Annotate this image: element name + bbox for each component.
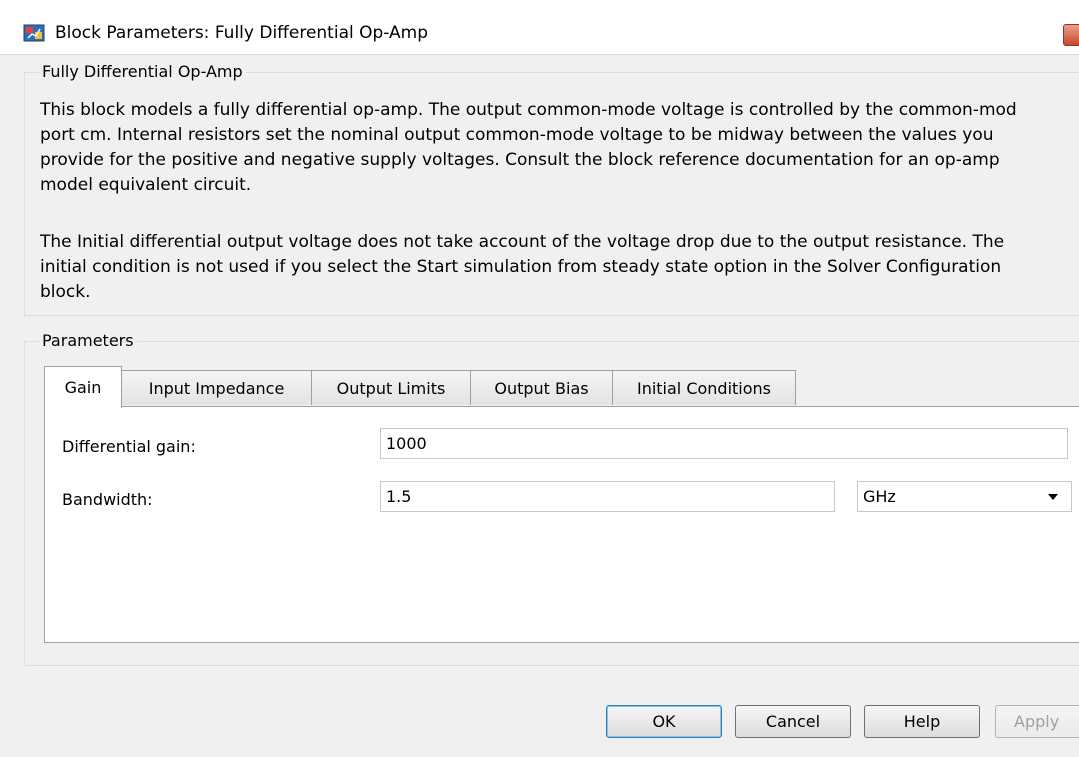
ok-button[interactable]: OK	[606, 705, 722, 738]
description-line: This block models a fully differential o…	[40, 100, 1017, 120]
bandwidth-label: Bandwidth:	[62, 490, 153, 509]
differential-gain-label: Differential gain:	[62, 437, 196, 456]
tab-gain[interactable]: Gain	[44, 366, 122, 408]
tab-output-bias[interactable]: Output Bias	[470, 370, 613, 405]
close-icon[interactable]	[1063, 24, 1079, 46]
bandwidth-unit-value: GHz	[863, 487, 896, 506]
tab-output-limits[interactable]: Output Limits	[311, 370, 471, 405]
description-line: The Initial differential output voltage …	[40, 232, 1005, 252]
bandwidth-unit-select[interactable]: GHz	[857, 481, 1072, 512]
differential-gain-input[interactable]	[380, 428, 1068, 459]
tab-initial-conditions[interactable]: Initial Conditions	[612, 370, 796, 405]
parameters-group-title: Parameters	[39, 331, 137, 351]
title-bar[interactable]: Block Parameters: Fully Differential Op-…	[0, 0, 1079, 55]
simulink-block-icon	[23, 24, 45, 42]
block-parameters-dialog: Block Parameters: Fully Differential Op-…	[0, 0, 1079, 757]
description-group-title: Fully Differential Op-Amp	[39, 62, 246, 82]
help-button[interactable]: Help	[864, 705, 980, 738]
description-line: provide for the positive and negative su…	[40, 150, 1000, 170]
bandwidth-input[interactable]	[380, 481, 835, 512]
apply-button[interactable]: Apply	[995, 705, 1079, 738]
tab-input-impedance[interactable]: Input Impedance	[121, 370, 312, 405]
description-line: model equivalent circuit.	[40, 175, 252, 195]
window-title: Block Parameters: Fully Differential Op-…	[55, 23, 429, 43]
description-line: port cm. Internal resistors set the nomi…	[40, 125, 994, 145]
description-line: block.	[40, 282, 91, 302]
cancel-button[interactable]: Cancel	[735, 705, 851, 738]
description-line: initial condition is not used if you sel…	[40, 257, 1002, 277]
chevron-down-icon	[1048, 494, 1058, 500]
